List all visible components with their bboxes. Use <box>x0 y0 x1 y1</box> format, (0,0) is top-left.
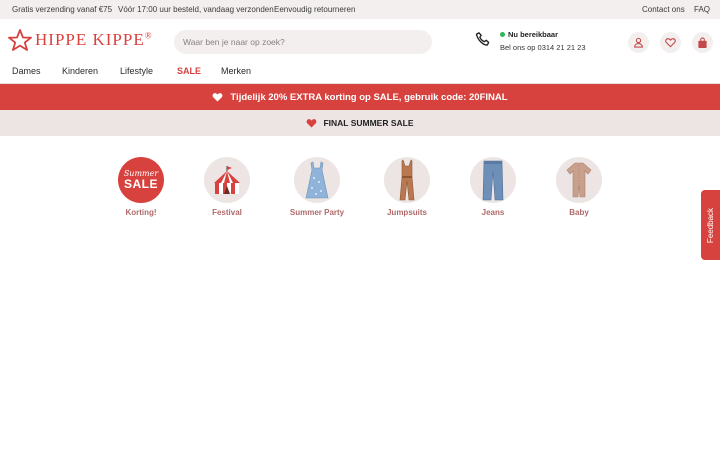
category-baby[interactable]: Baby <box>539 157 619 217</box>
cart-button[interactable] <box>692 32 713 53</box>
faq-link[interactable]: FAQ <box>694 5 710 14</box>
nav-merken[interactable]: Merken <box>221 66 251 76</box>
top-info-bar: Gratis verzending vanaf €75 Vóór 17:00 u… <box>0 0 720 19</box>
nav-lifestyle[interactable]: Lifestyle <box>120 66 153 76</box>
feedback-tab[interactable]: Feedback <box>701 190 720 260</box>
category-label: Jeans <box>481 208 505 217</box>
category-festival[interactable]: Festival <box>187 157 267 217</box>
logo[interactable]: HIPPE KIPPE® <box>8 27 153 53</box>
nav-kinderen[interactable]: Kinderen <box>62 66 98 76</box>
shopping-bag-icon <box>698 36 707 48</box>
summer-sale-badge: Summer SALE <box>118 157 164 203</box>
heart-icon <box>212 92 223 102</box>
promo-text: Tijdelijk 20% EXTRA korting op SALE, geb… <box>230 91 508 103</box>
category-label: Jumpsuits <box>386 208 427 217</box>
online-dot-icon <box>500 32 505 37</box>
category-label: Baby <box>569 208 589 217</box>
account-button[interactable] <box>628 32 649 53</box>
festival-tent-icon <box>204 157 250 203</box>
heart-icon <box>306 118 317 128</box>
wishlist-button[interactable] <box>660 32 681 53</box>
contact-link[interactable]: Contact ons <box>642 5 685 14</box>
user-icon <box>634 37 643 48</box>
returns-text: Eenvoudig retourneren <box>274 5 356 14</box>
status-text: Nu bereikbaar <box>508 30 559 39</box>
search-input[interactable] <box>174 30 432 54</box>
sale-banner-text: FINAL SUMMER SALE <box>323 118 414 128</box>
category-summer-party[interactable]: Summer Party <box>277 157 357 217</box>
category-label: Festival <box>212 208 242 217</box>
phone-number[interactable]: Bel ons op 0314 21 21 23 <box>500 43 586 52</box>
delivery-text: Vóór 17:00 uur besteld, vandaag verzonde… <box>118 5 274 14</box>
feedback-label: Feedback <box>706 207 716 243</box>
logo-text: HIPPE KIPPE <box>35 30 145 49</box>
free-shipping-text: Gratis verzending vanaf €75 <box>12 5 113 14</box>
badge-line2: SALE <box>123 177 158 191</box>
site-header: HIPPE KIPPE® Nu bereikbaar Bel ons op 03… <box>0 19 720 84</box>
category-korting[interactable]: Summer SALE Korting! <box>101 157 181 217</box>
heart-icon <box>665 38 676 48</box>
jeans-icon <box>470 157 516 203</box>
baby-romper-icon <box>556 157 602 203</box>
category-jumpsuits[interactable]: Jumpsuits <box>367 157 447 217</box>
logo-registered-mark: ® <box>144 30 153 41</box>
dress-icon <box>294 157 340 203</box>
phone-icon <box>475 32 490 46</box>
nav-dames[interactable]: Dames <box>12 66 41 76</box>
nav-sale[interactable]: SALE <box>177 66 201 76</box>
availability-status: Nu bereikbaar <box>500 30 558 39</box>
category-label: Summer Party <box>289 208 345 217</box>
promo-banner[interactable]: Tijdelijk 20% EXTRA korting op SALE, geb… <box>0 84 720 110</box>
sale-banner[interactable]: FINAL SUMMER SALE <box>0 110 720 136</box>
star-logo-icon <box>8 29 32 51</box>
category-label: Korting! <box>125 208 157 217</box>
category-jeans[interactable]: Jeans <box>453 157 533 217</box>
jumpsuit-icon <box>384 157 430 203</box>
